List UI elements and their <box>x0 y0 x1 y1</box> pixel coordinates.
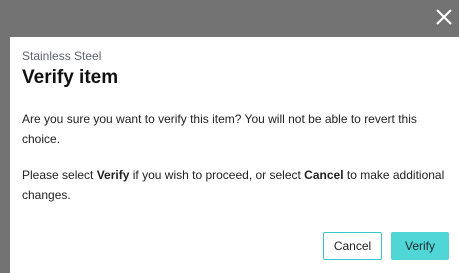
dialog-title: Verify item <box>22 67 119 88</box>
verify-button[interactable]: Verify <box>391 232 449 260</box>
instruction-cancel-keyword: Cancel <box>304 168 344 182</box>
confirmation-question: Are you sure you want to verify this ite… <box>22 112 417 146</box>
cancel-button[interactable]: Cancel <box>323 232 382 260</box>
close-icon <box>436 9 452 25</box>
dialog-subtitle: Stainless Steel <box>22 49 102 63</box>
verify-dialog: Stainless Steel Verify item Are you sure… <box>10 37 459 273</box>
instruction-middle: if you wish to proceed, or select <box>129 168 305 182</box>
instruction-verify-keyword: Verify <box>96 168 130 182</box>
instruction-text: Please select Verify if you wish to proc… <box>22 165 447 205</box>
instruction-prefix: Please select <box>22 168 97 182</box>
close-button[interactable] <box>433 6 455 28</box>
